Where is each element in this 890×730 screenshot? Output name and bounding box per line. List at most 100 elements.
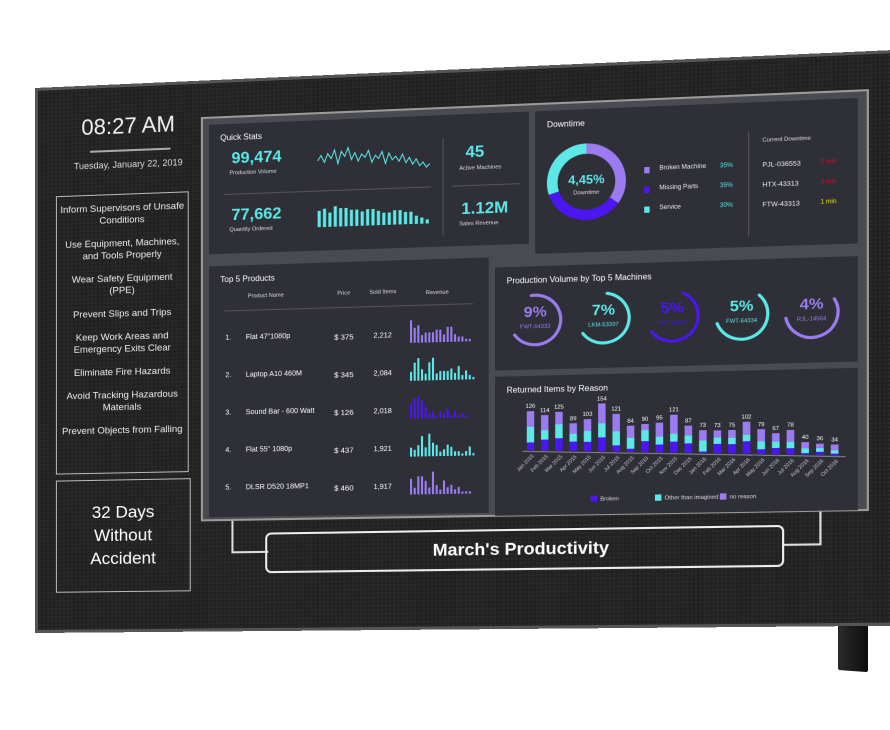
product-price: $ 375	[334, 332, 354, 342]
revenue-bar	[465, 370, 468, 380]
bar-total-label: 73	[700, 423, 707, 429]
revenue-bar	[453, 372, 457, 380]
bar-segment-no-reason	[728, 429, 736, 438]
bar-total-label: 75	[729, 423, 736, 429]
quick-stats-vdivider	[442, 137, 444, 236]
quantity-bar	[328, 212, 332, 227]
revenue-bar	[413, 449, 416, 457]
quantity-ordered-bars	[317, 206, 429, 228]
bar-segment-broken	[598, 437, 606, 452]
downtime-machine-id: FTW-43313	[762, 200, 800, 209]
legend-swatch	[644, 166, 650, 174]
legend-swatch	[590, 495, 598, 502]
table-row: 1. Flat 47"1080p $ 375 2,212	[209, 320, 489, 359]
row-rank: 3.	[225, 409, 232, 417]
bar-segment-no-reason	[670, 414, 678, 434]
revenue-sparkbars	[409, 320, 471, 343]
bar-segment-other-than-imagined	[598, 423, 606, 438]
revenue-bar	[457, 486, 460, 494]
revenue-bar	[417, 325, 420, 343]
column-header-price: Price	[337, 290, 351, 297]
bar-segment-other-than-imagined	[555, 424, 563, 439]
bar-segment-no-reason	[641, 423, 649, 431]
table-row: 5. DLSR D520 18MP1 $ 460 1,917	[209, 471, 489, 509]
safety-rule: Eliminate Fire Hazards	[73, 365, 171, 380]
product-name: DLSR D520 18MP1	[245, 483, 309, 492]
active-machines-label: Active Machines	[459, 164, 502, 173]
bar-segment-no-reason	[555, 411, 563, 425]
days-line: 32 Days	[91, 501, 155, 523]
quantity-ordered-value: 77,662	[231, 205, 282, 225]
legend-label: Missing Parts	[659, 183, 699, 192]
revenue-bar	[453, 451, 457, 456]
bar-segment-no-reason	[713, 430, 722, 438]
bar-segment-no-reason	[816, 443, 824, 449]
days-line: Without	[94, 525, 153, 546]
revenue-bar	[431, 471, 435, 495]
bar-segment-broken	[526, 442, 535, 451]
product-sold: 2,018	[373, 407, 392, 416]
safety-rule: Use Equipment, Machines, and Tools Prope…	[65, 236, 180, 263]
column-header-sold: Sold Items	[369, 289, 397, 296]
bar-segment-no-reason	[626, 425, 635, 438]
revenue-bar	[442, 413, 446, 419]
bar-segment-no-reason	[526, 411, 535, 428]
revenue-sparkbars	[409, 357, 475, 381]
machine-percent: 9%	[523, 303, 547, 322]
bar-segment-no-reason	[583, 419, 592, 432]
bar-segment-other-than-imagined	[728, 437, 736, 445]
bar-segment-other-than-imagined	[830, 450, 839, 454]
revenue-bar	[435, 329, 438, 343]
bar-segment-other-than-imagined	[540, 430, 549, 440]
downtime-machine-id: PJL-036553	[762, 160, 801, 169]
bar-segment-no-reason	[786, 429, 795, 442]
bar-segment-other-than-imagined	[583, 430, 592, 442]
bar-total-label: 79	[758, 422, 765, 428]
revenue-bar	[457, 336, 460, 342]
revenue-bar	[461, 453, 464, 456]
quantity-bar	[376, 210, 380, 226]
revenue-sparkbars	[409, 396, 468, 419]
revenue-bar	[450, 368, 453, 380]
bar-segment-broken	[655, 444, 664, 453]
sales-revenue-value: 1.12M	[461, 199, 509, 219]
product-name: Sound Bar - 600 Watt	[245, 407, 315, 417]
bar-segment-no-reason	[612, 413, 620, 432]
revenue-bar	[457, 415, 460, 418]
revenue-bar	[450, 326, 453, 342]
bar-segment-broken	[540, 439, 549, 451]
legend-value: 35%	[719, 162, 733, 170]
table-row: 4. Flat 55" 1080p $ 437 1,921	[209, 433, 489, 472]
bar-segment-no-reason	[569, 423, 577, 434]
downtime-card: Downtime 4,45% Downtime Current Downtime…	[535, 97, 858, 254]
downtime-center-value: 4,45%	[568, 171, 605, 188]
revenue-bar	[453, 489, 457, 494]
row-rank: 1.	[225, 334, 232, 342]
revenue-bar	[439, 451, 442, 457]
revenue-bar	[424, 332, 427, 343]
bar-segment-broken	[830, 453, 839, 456]
bar-segment-other-than-imagined	[641, 430, 649, 442]
dashboard-screen: Quick Stats 99,474 Production Volume 77,…	[200, 89, 869, 522]
bar-segment-broken	[612, 445, 620, 452]
machine-percent: 4%	[799, 295, 824, 314]
revenue-bar	[446, 370, 449, 380]
bar-segment-other-than-imagined	[670, 433, 678, 442]
revenue-bar	[472, 453, 475, 456]
quantity-bar	[349, 209, 353, 227]
bar-total-label: 40	[802, 435, 809, 441]
safety-rule: Keep Work Areas and Emergency Exits Clea…	[73, 330, 171, 356]
legend-label: Other than imagined	[665, 495, 719, 502]
revenue-bar	[457, 366, 460, 380]
safety-rule: Inform Supervisors of Unsafe Conditions	[60, 200, 185, 227]
production-volume-value: 99,474	[231, 148, 282, 168]
product-name: Flat 55" 1080p	[245, 445, 293, 454]
legend-swatch	[644, 186, 650, 194]
downtime-duration: 1 min	[820, 198, 837, 206]
bar-segment-other-than-imagined	[816, 447, 824, 452]
clock-time: 08:27 AM	[81, 111, 175, 141]
display-frame: 08:27 AM Tuesday, January 22, 2019 Infor…	[35, 49, 890, 634]
legend-value: 30%	[719, 202, 733, 210]
bar-total-label: 154	[597, 396, 607, 402]
revenue-bar	[442, 449, 446, 457]
